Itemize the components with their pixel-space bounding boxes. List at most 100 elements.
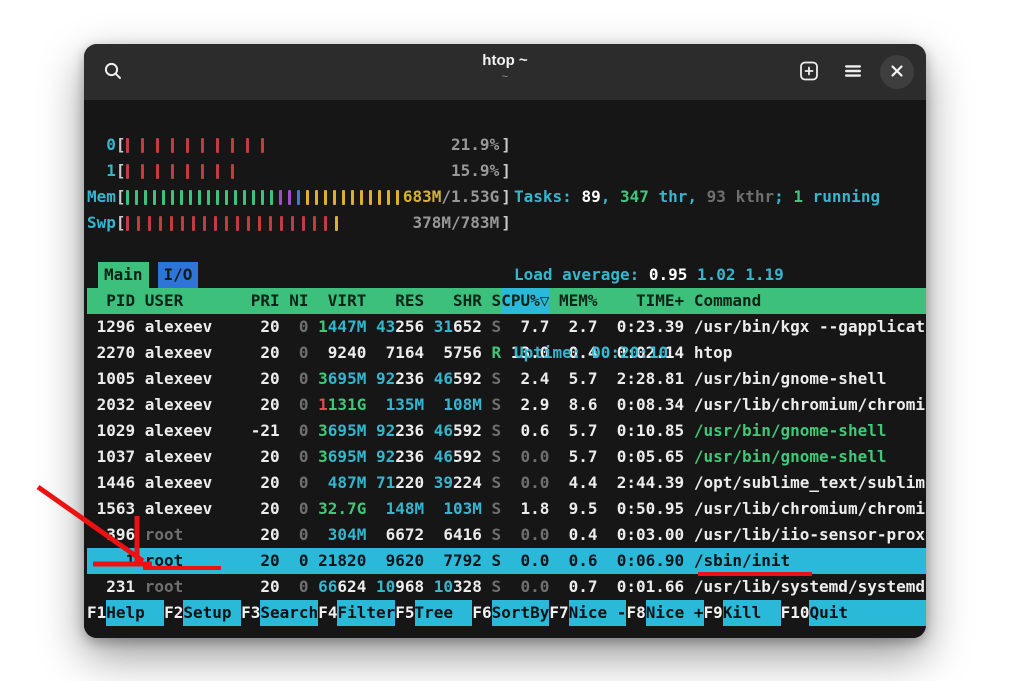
meter-bar-tick [153, 190, 156, 205]
meter-bracket-open: [ [116, 158, 126, 184]
meter-bar-tick [170, 216, 173, 231]
cell-res: 148M [366, 496, 424, 522]
fnlabel-tree[interactable]: Tree [415, 600, 473, 626]
cell-s: S [482, 548, 501, 574]
cell-cmd: /usr/lib/chromium/chromi [684, 496, 926, 522]
column-header-ni[interactable]: NI [280, 288, 309, 314]
cell-shr: 31652 [424, 314, 482, 340]
cell-s: R [482, 340, 501, 366]
cell-shr: 39224 [424, 470, 482, 496]
cell-s: S [482, 522, 501, 548]
meter-bar-tick [252, 190, 255, 205]
tab-main[interactable]: Main [98, 262, 149, 288]
cell-user: alexeev [135, 444, 241, 470]
fnkey-kill[interactable]: F9 [704, 600, 723, 626]
cell-cmd: /usr/bin/gnome-shell [684, 444, 926, 470]
meter-bar-tick [313, 216, 316, 231]
table-row[interactable]: 1037alexeev2003695M9223646592S0.05.70:05… [87, 444, 926, 470]
cell-pid: 1563 [87, 496, 135, 522]
cell-ni: 0 [280, 496, 309, 522]
new-tab-icon [799, 61, 819, 84]
cell-res: 9620 [366, 548, 424, 574]
meter-value: 21.9% [451, 132, 499, 158]
fnlabel-filter[interactable]: Filter [337, 600, 395, 626]
cell-ni: 0 [280, 470, 309, 496]
cell-res: 7164 [366, 340, 424, 366]
fnkey-help[interactable]: F1 [87, 600, 106, 626]
fnkey-nice[interactable]: F8 [626, 600, 645, 626]
fnkey-sortby[interactable]: F6 [472, 600, 491, 626]
tab-io[interactable]: I/O [158, 262, 199, 288]
meter-bar-tick [186, 138, 189, 153]
cell-cpu: 0.0 [501, 548, 549, 574]
fnlabel-search[interactable]: Search [260, 600, 318, 626]
cell-res: 135M [366, 392, 424, 418]
cell-ni: 0 [280, 340, 309, 366]
fnlabel-kill[interactable]: Kill [723, 600, 781, 626]
cell-pri: 20 [241, 340, 280, 366]
column-header-pri[interactable]: PRI [241, 288, 280, 314]
cell-res: 92236 [366, 366, 424, 392]
meter-bar-tick [261, 190, 264, 205]
column-header-user[interactable]: USER [135, 288, 241, 314]
cell-ni: 0 [280, 444, 309, 470]
fnlabel-setup[interactable]: Setup [183, 600, 241, 626]
column-header-pid[interactable]: PID [87, 288, 135, 314]
cell-res: 43256 [366, 314, 424, 340]
meter-bar-tick [246, 138, 249, 153]
cell-pid: 1005 [87, 366, 135, 392]
new-tab-button[interactable] [792, 55, 826, 89]
meter-value: 683M/1.53G [403, 184, 499, 210]
fnkey-setup[interactable]: F2 [164, 600, 183, 626]
fnlabel-nice[interactable]: Nice + [646, 600, 704, 626]
fnkey-nice[interactable]: F7 [549, 600, 568, 626]
table-row[interactable]: 231root200666241096810328S0.00.70:01.66/… [87, 574, 926, 600]
cell-shr: 46592 [424, 366, 482, 392]
table-row[interactable]: 1root2002182096207792S0.00.60:06.90/sbin… [87, 548, 926, 574]
cell-user: root [135, 548, 241, 574]
fnkey-search[interactable]: F3 [241, 600, 260, 626]
meter-bar-tick [201, 164, 204, 179]
fnkey-filter[interactable]: F4 [318, 600, 337, 626]
cell-pid: 2032 [87, 392, 135, 418]
column-header-virt[interactable]: VIRT [309, 288, 367, 314]
meter-bar-tick [335, 216, 338, 231]
cell-s: S [482, 392, 501, 418]
cell-pid: 1 [87, 548, 135, 574]
cell-virt: 21820 [309, 548, 367, 574]
meter-label: 1 [87, 158, 116, 184]
column-header-s[interactable]: S [482, 288, 501, 314]
table-row[interactable]: 1029alexeev-2103695M9223646592S0.65.70:1… [87, 418, 926, 444]
fnlabel-quit[interactable]: Quit [809, 600, 926, 626]
terminal-screen[interactable]: 0[21.9%] 1[15.9%] Mem[683M/1.53G] Swp[37… [84, 100, 926, 638]
cell-virt: 3695M [309, 366, 367, 392]
fnlabel-sortby[interactable]: SortBy [492, 600, 550, 626]
fnlabel-nice[interactable]: Nice - [569, 600, 627, 626]
fnlabel-help[interactable]: Help [106, 600, 164, 626]
meter-bar-tick [306, 190, 309, 205]
column-header-res[interactable]: RES [366, 288, 424, 314]
meter-bar-tick [261, 138, 264, 153]
cell-pid: 1446 [87, 470, 135, 496]
search-button[interactable] [96, 55, 130, 89]
meter-bar-tick [216, 190, 219, 205]
cell-pid: 1296 [87, 314, 135, 340]
meter-bar-tick [192, 216, 195, 231]
meter-bar-tick [148, 216, 151, 231]
meter-bar-tick [181, 216, 184, 231]
meter-bar-tick [201, 138, 204, 153]
meter-bar-tick [126, 164, 129, 179]
fnkey-tree[interactable]: F5 [395, 600, 414, 626]
close-button[interactable] [880, 55, 914, 89]
cell-virt: 1447M [309, 314, 367, 340]
fnkey-quit[interactable]: F10 [781, 600, 810, 626]
menu-button[interactable] [836, 55, 870, 89]
cell-pri: 20 [241, 496, 280, 522]
table-row[interactable]: 1563alexeev20032.7G148M103MS1.89.50:50.9… [87, 496, 926, 522]
table-row[interactable]: 1446alexeev200487M7122039224S0.04.42:44.… [87, 470, 926, 496]
cell-ni: 0 [280, 314, 309, 340]
column-header-shr[interactable]: SHR [424, 288, 482, 314]
table-row[interactable]: 396root200304M66726416S0.00.40:03.00/usr… [87, 522, 926, 548]
cell-cpu: 1.8 [501, 496, 549, 522]
cell-res: 71220 [366, 470, 424, 496]
